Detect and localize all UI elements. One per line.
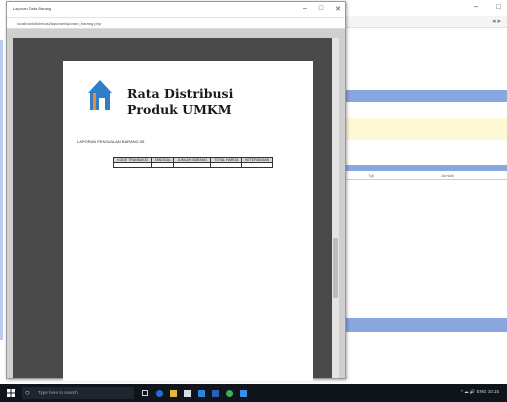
report-table-header-row: KODE TRANSAKSI TANGGAL JUMLAH BARANG TOT… (112, 157, 273, 163)
table-cell (112, 162, 153, 168)
minimize-button[interactable]: – (474, 2, 478, 11)
search-icon: ○ (25, 388, 30, 397)
preview-address-bar[interactable]: localhost/distribusi/laporan/laporan_bar… (7, 18, 345, 29)
background-highlight-row (346, 118, 507, 140)
mail-icon[interactable] (196, 387, 206, 399)
app-icon[interactable] (238, 387, 248, 399)
windows-start-icon[interactable] (7, 389, 15, 397)
report-col-tanggal: TANGGAL (151, 157, 175, 163)
edge-icon[interactable] (154, 387, 164, 399)
print-preview-window: Laporan Data Barang – □ ✕ localhost/dist… (6, 1, 346, 381)
report-page: Rata Distribusi Produk UMKM LAPORAN PENJ… (63, 61, 313, 381)
background-left-strip (0, 40, 3, 340)
preview-window-controls: – □ ✕ (303, 5, 341, 13)
screen: – □ ◂ ▸ Tgl Jumlah Laporan Data Barang –… (0, 0, 507, 402)
preview-window-title: Laporan Data Barang (13, 6, 52, 11)
preview-titlebar: Laporan Data Barang – □ ✕ (7, 2, 345, 18)
store-icon[interactable] (182, 387, 192, 399)
preview-close-button[interactable]: ✕ (335, 5, 341, 13)
maximize-button[interactable]: □ (496, 2, 501, 11)
chrome-icon[interactable] (224, 387, 234, 399)
column-header-jumlah[interactable]: Jumlah (441, 173, 454, 178)
report-title-line-2: Produk UMKM (127, 102, 232, 117)
report-subtitle: LAPORAN PENJUALAN BARANG 08 (77, 139, 145, 144)
table-cell (151, 162, 175, 168)
table-cell (173, 162, 212, 168)
taskbar-apps (140, 387, 248, 399)
preview-minimize-button[interactable]: – (303, 5, 307, 13)
background-table-header: Tgl Jumlah (346, 171, 507, 180)
taskbar-search-placeholder: Type here to search (38, 390, 78, 395)
table-cell (210, 162, 243, 168)
taskbar: ○ Type here to search ^ ☁ 🔊 ENG 10:15 (0, 384, 507, 402)
report-col-kode: KODE TRANSAKSI (112, 157, 153, 163)
table-row (112, 162, 273, 168)
table-cell (241, 162, 273, 168)
nav-arrows-icon[interactable]: ◂ ▸ (492, 17, 501, 25)
report-col-total: TOTAL HARGA (210, 157, 243, 163)
report-title-line-1: Rata Distribusi (127, 86, 234, 101)
explorer-icon[interactable] (168, 387, 178, 399)
word-icon[interactable] (210, 387, 220, 399)
preview-scrollbar-thumb[interactable] (333, 238, 338, 298)
background-band-bottom (346, 318, 507, 332)
report-col-jumlah: JUMLAH BARANG (173, 157, 212, 163)
background-band-top (346, 90, 507, 102)
preview-canvas: Rata Distribusi Produk UMKM LAPORAN PENJ… (13, 38, 339, 381)
preview-maximize-button[interactable]: □ (319, 5, 323, 13)
report-table: KODE TRANSAKSI TANGGAL JUMLAH BARANG TOT… (112, 157, 273, 168)
house-logo-icon (88, 80, 112, 110)
report-title: Rata Distribusi Produk UMKM (127, 86, 233, 118)
system-tray[interactable]: ^ ☁ 🔊 ENG 10:15 (461, 389, 499, 395)
column-header-tgl[interactable]: Tgl (368, 173, 374, 178)
background-address-bar[interactable]: ◂ ▸ (346, 16, 507, 28)
preview-url[interactable]: localhost/distribusi/laporan/laporan_bar… (17, 21, 101, 26)
background-window-controls: – □ (474, 2, 501, 11)
report-col-keterangan: KETERANGAN (241, 157, 273, 163)
task-view-icon[interactable] (140, 387, 150, 399)
taskbar-search-box[interactable]: ○ Type here to search (22, 387, 134, 399)
preview-scrollbar[interactable] (332, 38, 339, 378)
